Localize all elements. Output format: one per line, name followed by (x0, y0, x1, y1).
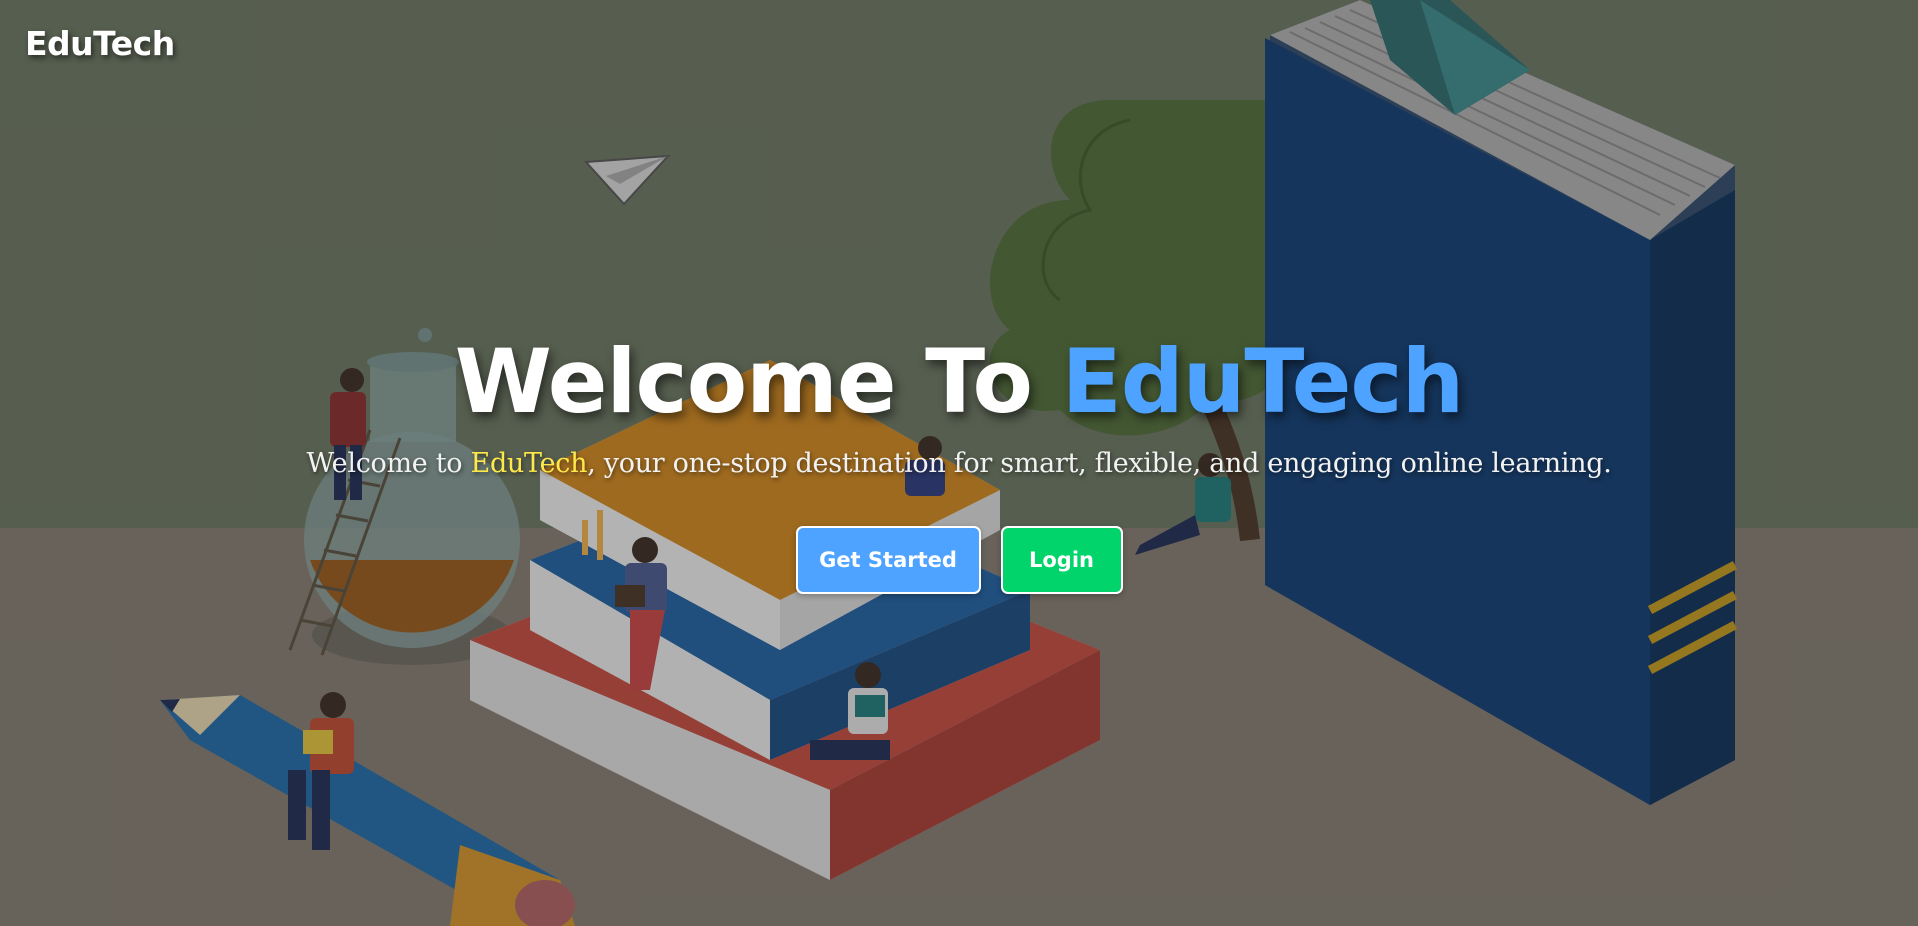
hero-actions: Get Started Login (0, 526, 1918, 594)
get-started-button[interactable]: Get Started (795, 526, 981, 594)
landing-page: EduTech Welcome To EduTech Welcome to Ed… (0, 0, 1918, 926)
hero-content: Welcome To EduTech Welcome to EduTech, y… (0, 330, 1918, 594)
hero-title-highlight: EduTech (1061, 330, 1465, 433)
hero-subtitle-suffix: , your one-stop destination for smart, f… (587, 448, 1612, 479)
hero-subtitle-brand: EduTech (470, 448, 588, 479)
brand-logo[interactable]: EduTech (25, 24, 175, 63)
hero-subtitle-prefix: Welcome to (306, 448, 471, 479)
hero-title-prefix: Welcome To (454, 330, 1062, 433)
login-button[interactable]: Login (1000, 526, 1123, 594)
hero-subtitle: Welcome to EduTech, your one-stop destin… (0, 446, 1918, 482)
hero-title: Welcome To EduTech (0, 330, 1918, 434)
